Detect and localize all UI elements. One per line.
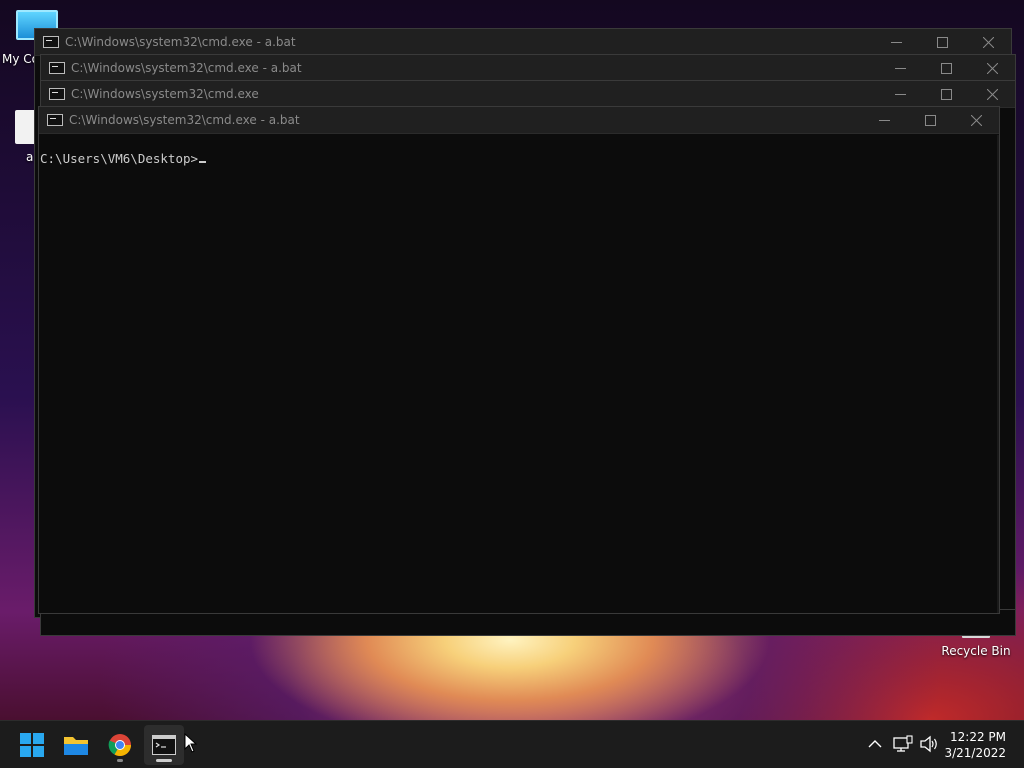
cmd-window-active[interactable]: C:\Windows\system32\cmd.exe - a.bat C:\U…	[38, 106, 1000, 614]
desktop: My Co a Recycle Bin C:\Windows\system32\…	[0, 0, 1024, 720]
tray-volume[interactable]	[918, 733, 940, 755]
minimize-button[interactable]	[873, 29, 919, 56]
running-indicator	[117, 759, 123, 762]
mouse-pointer-icon	[184, 733, 198, 753]
minimize-icon	[890, 42, 902, 43]
maximize-button[interactable]	[919, 29, 965, 56]
window-titlebar[interactable]: C:\Windows\system32\cmd.exe - a.bat	[39, 107, 999, 134]
maximize-icon	[940, 89, 952, 100]
cmd-app-icon	[47, 114, 63, 126]
maximize-button[interactable]	[923, 81, 969, 108]
minimize-button[interactable]	[877, 81, 923, 108]
system-clock[interactable]: 12:22 PM 3/21/2022	[944, 729, 1006, 761]
cmd-app-icon	[49, 62, 65, 74]
cmd-app-icon	[49, 88, 65, 100]
taskbar: 12:22 PM 3/21/2022	[0, 720, 1024, 768]
maximize-button[interactable]	[923, 55, 969, 82]
active-indicator	[156, 759, 172, 762]
network-icon	[893, 735, 913, 752]
console-prompt: C:\Users\VM6\Desktop>	[40, 151, 199, 166]
maximize-icon	[936, 37, 948, 48]
close-button[interactable]	[953, 107, 999, 134]
tray-overflow-button[interactable]	[864, 733, 886, 755]
close-icon	[982, 37, 994, 48]
text-cursor	[199, 161, 207, 163]
close-icon	[986, 63, 998, 74]
maximize-icon	[924, 115, 936, 126]
window-titlebar[interactable]: C:\Windows\system32\cmd.exe - a.bat	[41, 55, 1015, 82]
window-title: C:\Windows\system32\cmd.exe	[71, 87, 259, 101]
close-button[interactable]	[965, 29, 1011, 56]
clock-date: 3/21/2022	[944, 746, 1006, 760]
taskbar-command-prompt[interactable]	[144, 725, 184, 765]
minimize-button[interactable]	[861, 107, 907, 134]
minimize-icon	[894, 68, 906, 69]
desktop-icon-label: Recycle Bin	[941, 644, 1011, 658]
taskbar-chrome[interactable]	[100, 725, 140, 765]
maximize-icon	[940, 63, 952, 74]
console-scrollbar[interactable]	[997, 135, 999, 613]
minimize-icon	[894, 94, 906, 95]
chevron-up-icon	[868, 740, 882, 748]
start-button[interactable]	[12, 725, 52, 765]
tray-network[interactable]	[892, 733, 914, 755]
cmd-app-icon	[43, 36, 59, 48]
console-output[interactable]: C:\Users\VM6\Desktop>	[39, 135, 999, 613]
speaker-icon	[920, 735, 937, 753]
window-title: C:\Windows\system32\cmd.exe - a.bat	[65, 35, 296, 49]
window-title: C:\Windows\system32\cmd.exe - a.bat	[69, 113, 300, 127]
close-icon	[970, 115, 982, 126]
close-button[interactable]	[969, 55, 1015, 82]
chrome-icon	[108, 734, 131, 756]
minimize-icon	[878, 120, 890, 121]
close-button[interactable]	[969, 81, 1015, 108]
maximize-button[interactable]	[907, 107, 953, 134]
windows-start-icon	[20, 733, 44, 757]
close-icon	[986, 89, 998, 100]
taskbar-file-explorer[interactable]	[56, 725, 96, 765]
terminal-icon	[152, 735, 176, 755]
window-title: C:\Windows\system32\cmd.exe - a.bat	[71, 61, 302, 75]
clock-time: 12:22 PM	[950, 730, 1006, 744]
window-titlebar[interactable]: C:\Windows\system32\cmd.exe	[41, 81, 1015, 108]
window-titlebar[interactable]: C:\Windows\system32\cmd.exe - a.bat	[35, 29, 1011, 56]
minimize-button[interactable]	[877, 55, 923, 82]
folder-icon	[64, 737, 88, 755]
